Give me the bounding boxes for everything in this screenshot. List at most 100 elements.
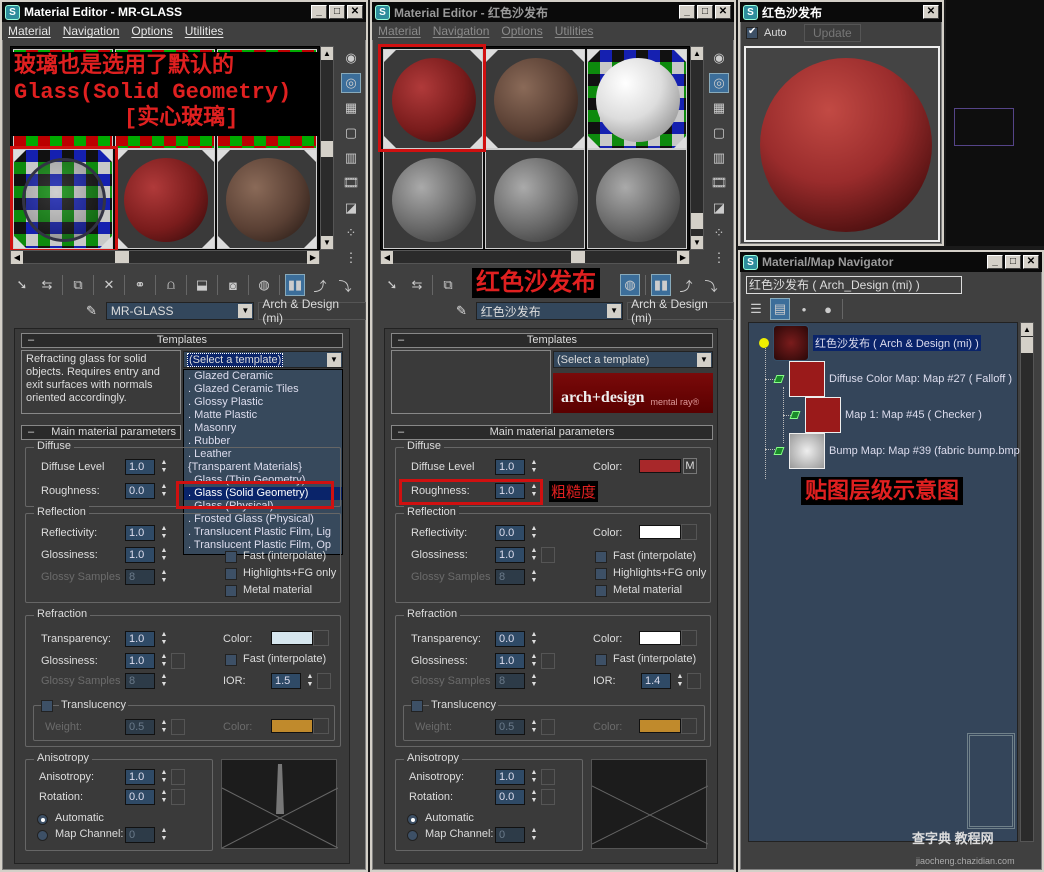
- fast-interpolate-checkbox[interactable]: [595, 551, 607, 563]
- spinner-value[interactable]: 0.0: [125, 483, 155, 499]
- chevron-down-icon[interactable]: ▼: [238, 304, 253, 318]
- spinner-arrows-icon[interactable]: ▲ ▼: [159, 569, 169, 585]
- main-params-header[interactable]: – Main material parameters: [21, 425, 181, 440]
- sample-slot-white[interactable]: [587, 49, 687, 149]
- maximize-button[interactable]: □: [329, 5, 345, 19]
- assign-to-selection-icon[interactable]: ⧉: [438, 274, 458, 296]
- anisotropy-spinner[interactable]: 1.0 ▲ ▼: [125, 769, 185, 785]
- menu-options[interactable]: Options: [501, 24, 542, 38]
- spinner-arrows-icon[interactable]: ▲ ▼: [159, 653, 169, 669]
- close-button[interactable]: ✕: [1023, 255, 1039, 269]
- glossy-samples-spinner[interactable]: 8 ▲ ▼: [125, 569, 169, 585]
- highlights-fg-checkbox[interactable]: [595, 568, 607, 580]
- spinner-value[interactable]: 0.0: [495, 525, 525, 541]
- automatic-radio[interactable]: [407, 814, 418, 825]
- translucency-map-button[interactable]: [313, 718, 329, 734]
- spinner-value[interactable]: 8: [495, 673, 525, 689]
- show-end-result-toggle-icon[interactable]: ▮▮: [651, 274, 671, 296]
- diffuse-level-spinner[interactable]: 1.0 ▲ ▼: [495, 459, 539, 475]
- reflectivity-spinner[interactable]: 0.0 ▲ ▼: [495, 525, 539, 541]
- spinner-value[interactable]: 1.5: [271, 673, 301, 689]
- menu-navigation[interactable]: Navigation: [63, 24, 120, 38]
- spinner-arrows-icon[interactable]: ▲ ▼: [529, 653, 539, 669]
- templates-rollout-header[interactable]: – Templates: [391, 333, 713, 348]
- options-icon[interactable]: ◪: [709, 198, 729, 218]
- chevron-down-icon[interactable]: ▼: [607, 304, 622, 318]
- spinner-arrows-icon[interactable]: ▲ ▼: [529, 547, 539, 563]
- map-channel-radio[interactable]: [407, 830, 418, 841]
- minimize-button[interactable]: _: [679, 5, 695, 19]
- map-channel-spinner[interactable]: 0 ▲ ▼: [495, 827, 539, 843]
- spinner-value[interactable]: 0.5: [125, 719, 155, 735]
- sample-type-icon[interactable]: ◉: [709, 48, 729, 68]
- refr-glossiness-spinner[interactable]: 1.0 ▲ ▼: [495, 653, 555, 669]
- glossiness-spinner[interactable]: 1.0 ▲ ▼: [495, 547, 555, 563]
- material-type-button[interactable]: Arch & Design (mi): [258, 297, 366, 325]
- spinner-value[interactable]: 8: [125, 673, 155, 689]
- spinner-arrows-icon[interactable]: ▲ ▼: [529, 569, 539, 585]
- spinner-value[interactable]: 1.0: [125, 631, 155, 647]
- spinner-value[interactable]: 0.0: [125, 789, 155, 805]
- material-type-button[interactable]: Arch & Design (mi): [627, 297, 734, 325]
- reflection-color-swatch[interactable]: [639, 525, 681, 539]
- rotation-spinner[interactable]: 0.0 ▲ ▼: [125, 789, 185, 805]
- spinner-value[interactable]: 1.0: [125, 769, 155, 785]
- go-forward-sibling-icon[interactable]: ⤵: [701, 274, 721, 296]
- main-params-header[interactable]: – Main material parameters: [391, 425, 713, 440]
- menu-navigation[interactable]: Navigation: [433, 24, 490, 38]
- maximize-button[interactable]: □: [697, 5, 713, 19]
- slots-vscroll[interactable]: ▲ ▼: [690, 46, 704, 250]
- transparency-spinner[interactable]: 0.0 ▲ ▼: [495, 631, 539, 647]
- show-end-result-icon[interactable]: ◍: [254, 274, 274, 296]
- refraction-map-button[interactable]: [313, 630, 329, 646]
- automatic-radio[interactable]: [37, 814, 48, 825]
- video-color-check-icon[interactable]: ▥: [341, 148, 361, 168]
- spinner-arrows-icon[interactable]: ▲ ▼: [529, 719, 539, 735]
- spinner-value[interactable]: 1.4: [641, 673, 671, 689]
- view-large-icons-icon[interactable]: ●: [818, 298, 838, 320]
- template-option[interactable]: . Glazed Ceramic Tiles: [184, 383, 342, 396]
- transparency-spinner[interactable]: 1.0 ▲ ▼: [125, 631, 169, 647]
- material-map-navigator-icon[interactable]: ⋮: [709, 248, 729, 268]
- go-forward-sibling-icon[interactable]: ⤵: [335, 274, 355, 296]
- sample-slot-default[interactable]: [587, 149, 687, 249]
- map-channel-radio[interactable]: [37, 830, 48, 841]
- make-unique-icon[interactable]: ⚭: [130, 274, 150, 296]
- select-by-material-icon[interactable]: ⁘: [709, 223, 729, 243]
- map-channel-spinner[interactable]: 0 ▲ ▼: [125, 827, 169, 843]
- menu-material[interactable]: Material: [378, 24, 421, 38]
- menu-utilities[interactable]: Utilities: [555, 24, 594, 38]
- highlights-fg-checkbox[interactable]: [225, 568, 237, 580]
- make-preview-icon[interactable]: 🎞: [709, 173, 729, 193]
- slots-hscroll[interactable]: ◀ ▶: [380, 250, 690, 264]
- spinner-value[interactable]: 0.0: [495, 789, 525, 805]
- spinner-value[interactable]: 1.0: [495, 769, 525, 785]
- material-name-field[interactable]: 红色沙发布 ▼: [475, 302, 624, 320]
- refraction-color-swatch[interactable]: [271, 631, 313, 645]
- make-preview-icon[interactable]: 🎞: [341, 173, 361, 193]
- translucency-checkbox[interactable]: [411, 700, 423, 712]
- metal-material-checkbox[interactable]: [225, 585, 237, 597]
- chevron-down-icon[interactable]: ▼: [327, 352, 341, 367]
- refraction-color-swatch[interactable]: [639, 631, 681, 645]
- sample-slot-default[interactable]: [383, 149, 483, 249]
- diffuse-color-swatch[interactable]: [639, 459, 681, 473]
- metal-material-checkbox[interactable]: [595, 585, 607, 597]
- nav-item-checker-map[interactable]: Map 1: Map #45 ( Checker ): [789, 397, 982, 433]
- show-map-icon[interactable]: ◙: [223, 274, 243, 296]
- translucency-color-swatch[interactable]: [271, 719, 313, 733]
- material-id-icon[interactable]: ⬓: [192, 274, 212, 296]
- material-map-navigator-icon[interactable]: ⋮: [341, 248, 361, 268]
- roughness-spinner[interactable]: 0.0 ▲ ▼: [125, 483, 169, 499]
- spinner-value[interactable]: 0: [495, 827, 525, 843]
- glossiness-spinner[interactable]: 1.0 ▲ ▼: [125, 547, 169, 563]
- spinner-arrows-icon[interactable]: ▲ ▼: [159, 525, 169, 541]
- translucency-color-swatch[interactable]: [639, 719, 681, 733]
- minimize-button[interactable]: _: [311, 5, 327, 19]
- close-button[interactable]: ✕: [715, 5, 731, 19]
- menu-options[interactable]: Options: [131, 24, 172, 38]
- select-by-material-icon[interactable]: ⁘: [341, 223, 361, 243]
- sample-uv-tiling-icon[interactable]: ▢: [709, 123, 729, 143]
- eyedropper-icon[interactable]: ✎: [86, 303, 102, 319]
- weight-spinner[interactable]: 0.5 ▲ ▼: [125, 719, 185, 735]
